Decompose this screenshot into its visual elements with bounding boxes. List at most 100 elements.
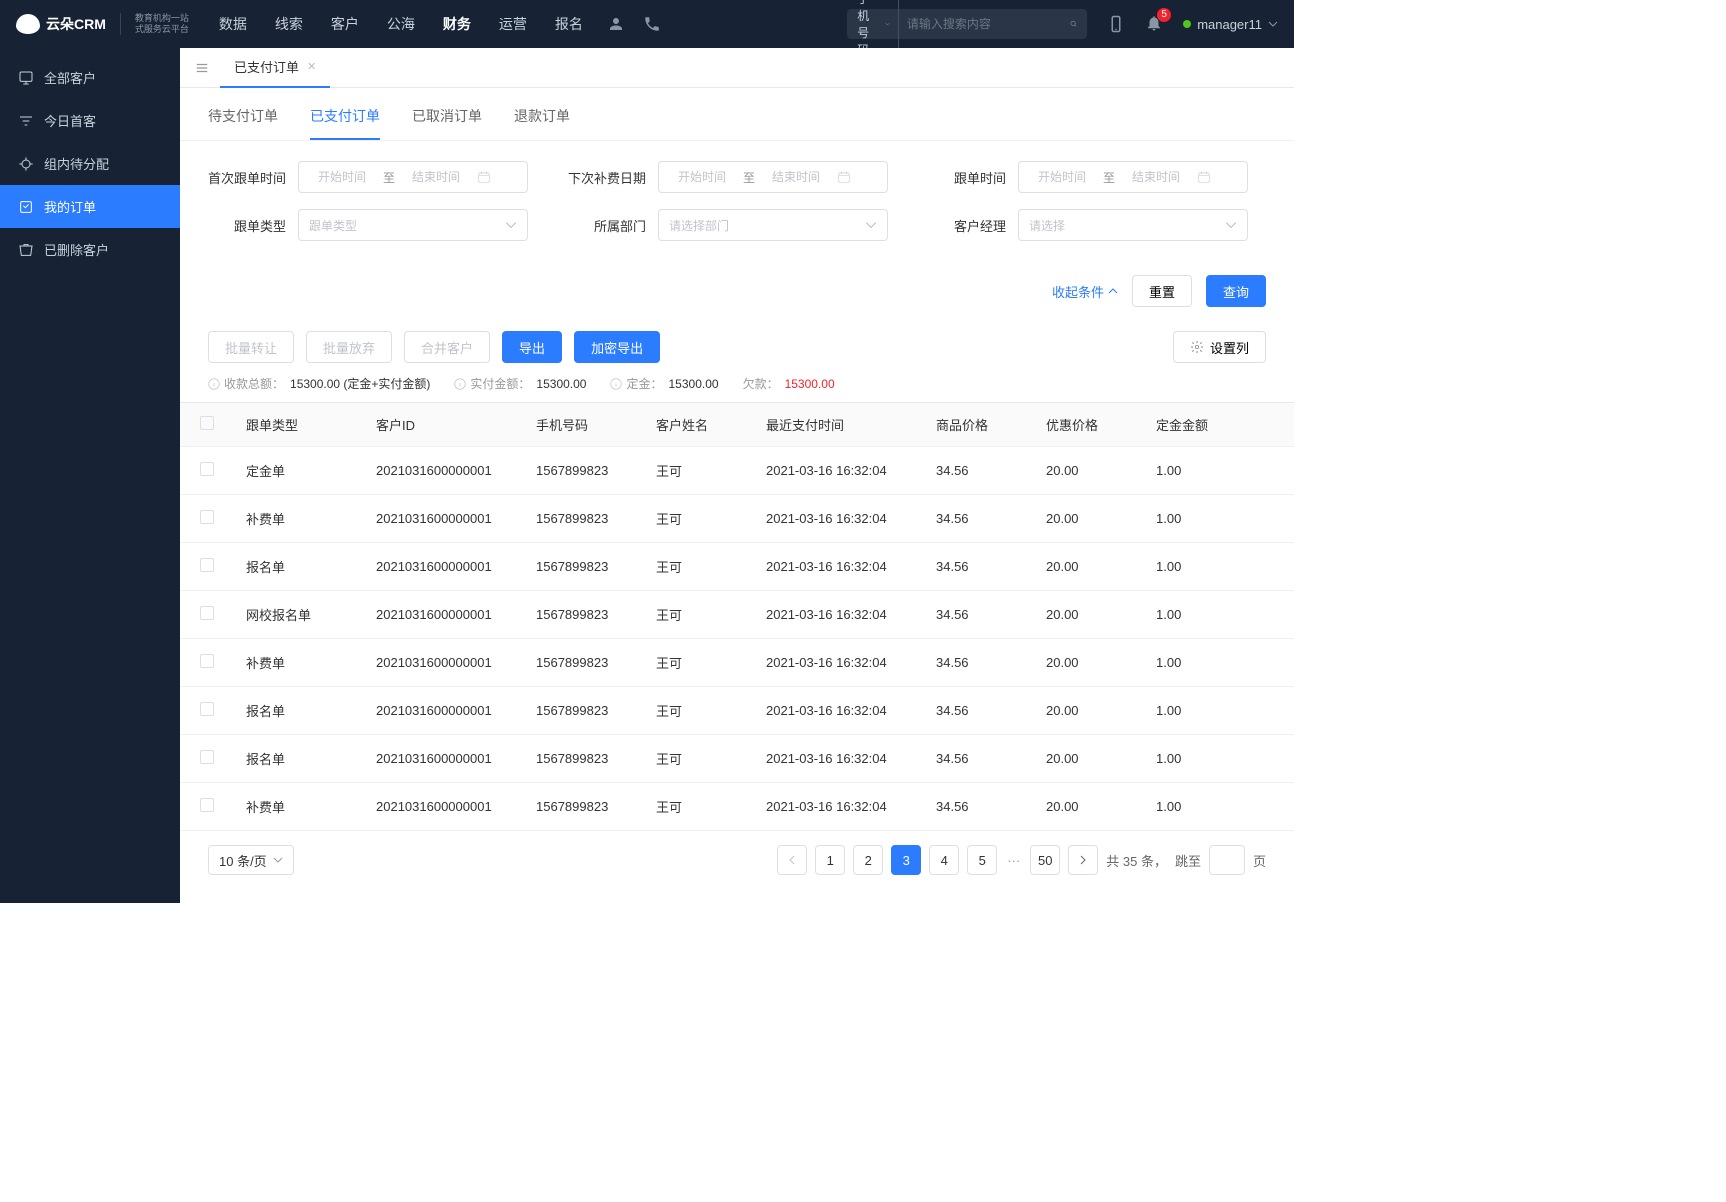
phone-icon[interactable] [643, 15, 661, 33]
filter-客户经理: 客户经理请选择 [928, 209, 1248, 241]
sidebar-item-4[interactable]: 已删除客户 [0, 228, 180, 271]
cell-phone: 1567899823 [526, 607, 646, 622]
date-start-input[interactable] [1027, 170, 1097, 184]
prev-page[interactable] [777, 845, 807, 875]
summary-total: 收款总额： 15300.00 (定金+实付金额) [208, 375, 430, 392]
close-icon[interactable]: ✕ [307, 60, 316, 73]
row-checkbox[interactable] [200, 750, 214, 764]
page-last[interactable]: 50 [1030, 845, 1060, 875]
cell-id: 2021031600000001 [366, 559, 526, 574]
cell-name: 王可 [646, 797, 756, 816]
notifications[interactable]: 5 [1145, 14, 1163, 35]
filter-所属部门: 所属部门请选择部门 [568, 209, 888, 241]
select-all-cell [180, 416, 236, 433]
cell-type: 补费单 [236, 653, 366, 672]
table-row[interactable]: 补费单20210316000000011567899823王可2021-03-1… [180, 495, 1294, 543]
merge-customer-button[interactable]: 合并客户 [404, 331, 490, 363]
brand-sub2: 式服务云平台 [135, 24, 189, 35]
page-size-select[interactable]: 10 条/页 [208, 845, 294, 875]
nav-item-5[interactable]: 运营 [499, 14, 527, 34]
jump-input[interactable] [1209, 845, 1245, 875]
date-range-input[interactable]: 至 [298, 161, 528, 193]
encrypt-export-button[interactable]: 加密导出 [574, 331, 660, 363]
jump-suffix: 页 [1253, 851, 1266, 870]
sub-tab-0[interactable]: 待支付订单 [208, 106, 278, 140]
row-checkbox[interactable] [200, 798, 214, 812]
reset-button[interactable]: 重置 [1132, 275, 1192, 307]
sidebar-item-0[interactable]: 全部客户 [0, 56, 180, 99]
sub-tab-3[interactable]: 退款订单 [514, 106, 570, 140]
sidebar-toggle[interactable] [190, 56, 214, 80]
date-start-input[interactable] [667, 170, 737, 184]
user-menu[interactable]: manager11 [1183, 17, 1278, 32]
page-2[interactable]: 2 [853, 845, 883, 875]
row-checkbox[interactable] [200, 558, 214, 572]
bulk-abandon-button[interactable]: 批量放弃 [306, 331, 392, 363]
table-row[interactable]: 网校报名单20210316000000011567899823王可2021-03… [180, 591, 1294, 639]
date-range-input[interactable]: 至 [658, 161, 888, 193]
select-input[interactable]: 跟单类型 [298, 209, 528, 241]
row-checkbox[interactable] [200, 702, 214, 716]
nav-item-6[interactable]: 报名 [555, 14, 583, 34]
page-3[interactable]: 3 [891, 845, 921, 875]
nav-item-3[interactable]: 公海 [387, 14, 415, 34]
brand-name: 云朵CRM [46, 14, 106, 34]
next-page[interactable] [1068, 845, 1098, 875]
column-header: 客户ID [366, 415, 526, 434]
select-input[interactable]: 请选择 [1018, 209, 1248, 241]
table-row[interactable]: 补费单20210316000000011567899823王可2021-03-1… [180, 639, 1294, 687]
table-row[interactable]: 报名单20210316000000011567899823王可2021-03-1… [180, 543, 1294, 591]
cell-price: 34.56 [926, 799, 1036, 814]
table-row[interactable]: 报名单20210316000000011567899823王可2021-03-1… [180, 735, 1294, 783]
sidebar-item-label: 已删除客户 [44, 240, 109, 259]
page-tabs: 已支付订单 ✕ [180, 48, 1294, 88]
user-icon[interactable] [607, 15, 625, 33]
gear-icon [1190, 340, 1204, 354]
date-start-input[interactable] [307, 170, 377, 184]
nav-item-0[interactable]: 数据 [219, 14, 247, 34]
sidebar-item-2[interactable]: 组内待分配 [0, 142, 180, 185]
cell-discount: 20.00 [1036, 559, 1146, 574]
cell-price: 34.56 [926, 703, 1036, 718]
page-4[interactable]: 4 [929, 845, 959, 875]
row-checkbox[interactable] [200, 462, 214, 476]
jump-label: 跳至 [1175, 851, 1201, 870]
collapse-filters[interactable]: 收起条件 [1052, 282, 1118, 301]
table-row[interactable]: 补费单20210316000000011567899823王可2021-03-1… [180, 783, 1294, 831]
search-box[interactable]: 手机号码 [847, 9, 1087, 39]
table-row[interactable]: 报名单20210316000000011567899823王可2021-03-1… [180, 687, 1294, 735]
search-icon[interactable] [1070, 17, 1077, 31]
sub-tab-1[interactable]: 已支付订单 [310, 106, 380, 140]
select-all-checkbox[interactable] [200, 416, 214, 430]
table-row[interactable]: 定金单20210316000000011567899823王可2021-03-1… [180, 447, 1294, 495]
nav-item-2[interactable]: 客户 [331, 14, 359, 34]
date-range-input[interactable]: 至 [1018, 161, 1248, 193]
cell-deposit: 1.00 [1146, 463, 1246, 478]
cell-name: 王可 [646, 509, 756, 528]
row-checkbox[interactable] [200, 606, 214, 620]
nav-item-1[interactable]: 线索 [275, 14, 303, 34]
date-end-input[interactable] [401, 170, 471, 184]
nav-item-4[interactable]: 财务 [443, 14, 471, 34]
export-button[interactable]: 导出 [502, 331, 562, 363]
row-checkbox[interactable] [200, 654, 214, 668]
row-checkbox[interactable] [200, 510, 214, 524]
date-end-input[interactable] [761, 170, 831, 184]
page-1[interactable]: 1 [815, 845, 845, 875]
query-button[interactable]: 查询 [1206, 275, 1266, 307]
bulk-transfer-button[interactable]: 批量转让 [208, 331, 294, 363]
sidebar-item-3[interactable]: 我的订单 [0, 185, 180, 228]
search-input[interactable] [907, 17, 1062, 31]
sidebar-item-1[interactable]: 今日首客 [0, 99, 180, 142]
cell-id: 2021031600000001 [366, 799, 526, 814]
cell-deposit: 1.00 [1146, 799, 1246, 814]
columns-button[interactable]: 设置列 [1173, 331, 1266, 363]
page-tab-paid-orders[interactable]: 已支付订单 ✕ [220, 48, 330, 88]
select-input[interactable]: 请选择部门 [658, 209, 888, 241]
page-5[interactable]: 5 [967, 845, 997, 875]
cell-time: 2021-03-16 16:32:04 [756, 607, 926, 622]
menu-icon [195, 61, 209, 75]
date-end-input[interactable] [1121, 170, 1191, 184]
sub-tab-2[interactable]: 已取消订单 [412, 106, 482, 140]
mobile-icon[interactable] [1107, 15, 1125, 33]
